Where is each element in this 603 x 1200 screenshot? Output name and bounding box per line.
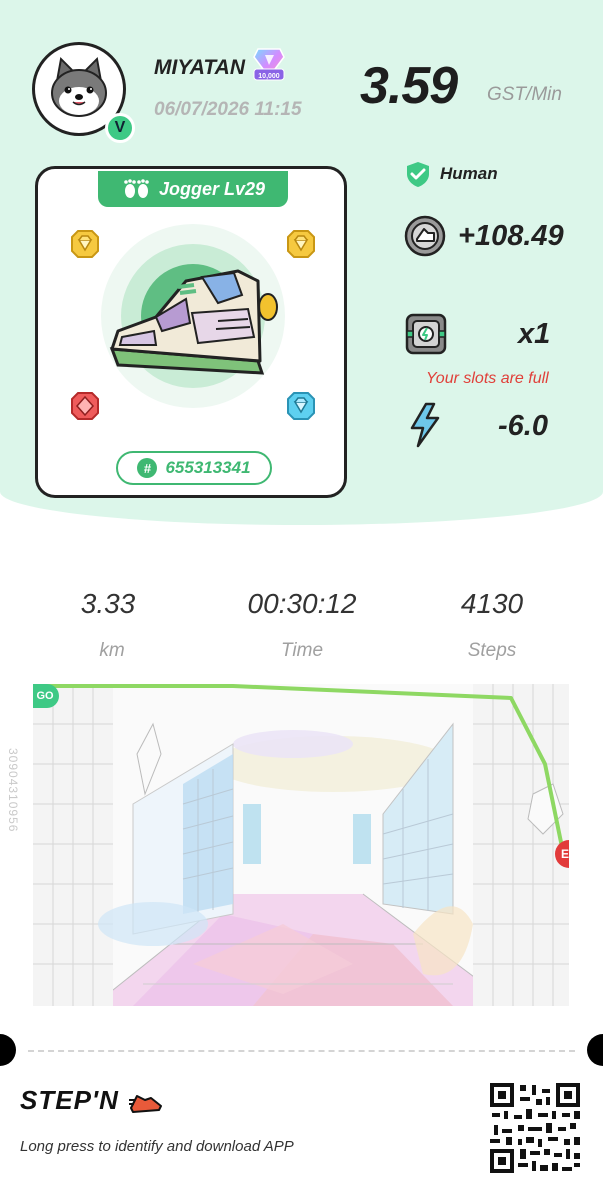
red-gem-socket-icon[interactable] (70, 391, 100, 421)
energy-bolt-icon (410, 402, 440, 448)
sneaker-id-text: 655313341 (165, 458, 251, 477)
download-tagline: Long press to identify and download APP (20, 1138, 294, 1155)
hash-icon: # (137, 458, 158, 478)
side-serial-code: 30904310956 (6, 748, 20, 833)
level-badge: V (105, 113, 135, 143)
ticket-notch-right (587, 1034, 603, 1066)
dashed-divider (28, 1050, 575, 1052)
mystery-box-icon[interactable] (404, 312, 448, 356)
sneaker-type-text: Jogger Lv29 (158, 178, 266, 199)
route-map[interactable]: GO E (33, 684, 569, 1006)
sneaker-id[interactable]: # 655313341 (116, 451, 272, 485)
qr-code-icon (490, 1083, 580, 1173)
brand-logo: STEP'N (20, 1085, 163, 1116)
rank-badge-text: 10,000 (258, 73, 280, 80)
sneaker-card[interactable]: Jogger Lv29 # 655313341 (35, 166, 347, 498)
brand-logo-text: STEP'N (20, 1085, 119, 1115)
earning-rate-unit: GST/Min (487, 84, 562, 105)
route-start-marker: GO (33, 684, 59, 708)
city-illustration (33, 684, 569, 1006)
distance-label: km (99, 640, 125, 661)
sneaker-logo-icon (129, 1095, 163, 1114)
activity-datetime: 06/07/2026 11:15 (154, 99, 302, 120)
username: MIYATAN (154, 56, 245, 79)
yellow-gem-socket-icon[interactable] (286, 229, 316, 259)
energy-change-value: -6.0 (498, 410, 548, 442)
footprints-icon (124, 179, 149, 198)
earning-rate-value: 3.59 (360, 57, 458, 115)
distance-value: 3.33 (80, 588, 136, 619)
sneaker-image (101, 224, 285, 408)
mystery-box-count: x1 (518, 318, 551, 350)
gst-earned-value: +108.49 (458, 220, 564, 252)
rank-badge-icon: 10,000 (250, 47, 288, 88)
time-value: 00:30:12 (247, 588, 357, 619)
slots-full-warning: Your slots are full (426, 370, 549, 387)
steps-label: Steps (467, 640, 517, 661)
time-label: Time (280, 640, 324, 661)
blue-gem-socket-icon[interactable] (286, 391, 316, 421)
shield-check-icon (407, 162, 429, 187)
verification-status: Human (440, 164, 498, 183)
download-qr-code[interactable] (490, 1083, 580, 1173)
gst-coin-icon (404, 215, 446, 257)
steps-value: 4130 (460, 588, 524, 619)
sneaker-type-label: Jogger Lv29 (98, 171, 288, 207)
yellow-gem-socket-icon[interactable] (70, 229, 100, 259)
ticket-notch-left (0, 1034, 16, 1066)
